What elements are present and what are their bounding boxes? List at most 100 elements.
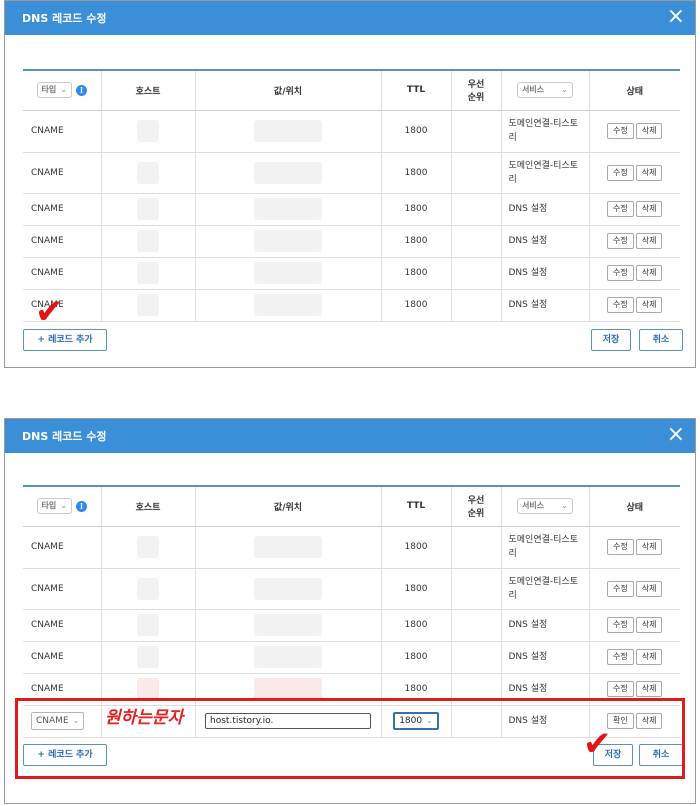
edit-button[interactable]: 수정 bbox=[607, 617, 634, 633]
host-cell bbox=[100, 609, 195, 642]
redacted-host bbox=[137, 294, 159, 316]
status-cell: 수정 삭제 bbox=[588, 193, 680, 226]
service-filter-select[interactable]: 서비스 ⌄ bbox=[517, 82, 573, 99]
ttl-cell: 1800 bbox=[380, 225, 451, 258]
ttl-cell: 1800 bbox=[380, 110, 451, 153]
delete-button[interactable]: 삭제 bbox=[635, 201, 663, 217]
ttl-column-header: TTL bbox=[380, 485, 451, 527]
edit-button[interactable]: 수정 bbox=[607, 201, 634, 217]
edit-button[interactable]: 수정 bbox=[607, 233, 634, 249]
priority-header-line2: 순위 bbox=[467, 509, 485, 520]
ttl-cell: 1800 bbox=[380, 289, 451, 322]
dialog-title: DNS 레코드 수정 bbox=[22, 430, 107, 443]
close-icon[interactable]: × bbox=[667, 421, 685, 449]
value-cell bbox=[194, 257, 381, 290]
dialog-title: DNS 레코드 수정 bbox=[22, 12, 107, 25]
value-column-header: 값/위치 bbox=[194, 69, 381, 111]
redacted-value bbox=[254, 614, 322, 636]
table-row: CNAME 1800 DNS 설정 수정 삭제 bbox=[23, 641, 680, 674]
host-cell bbox=[100, 289, 195, 322]
redacted-host bbox=[137, 678, 159, 700]
ttl-column-header: TTL bbox=[380, 69, 451, 111]
service-cell: DNS 설정 bbox=[500, 641, 589, 674]
edit-button[interactable]: 수정 bbox=[607, 539, 634, 555]
type-cell: CNAME bbox=[23, 526, 101, 569]
ttl-cell: 1800 bbox=[380, 609, 451, 642]
screenshot-canvas: DNS 레코드 수정 × 타입 ⌄ i 호스트 값/위치 TTL 우선 순위 서비 bbox=[0, 0, 700, 806]
delete-button[interactable]: 삭제 bbox=[635, 164, 663, 181]
value-cell bbox=[194, 225, 381, 258]
status-cell: 수정 삭제 bbox=[588, 225, 680, 258]
table-row: CNAME 1800 DNS 설정 수정 삭제 bbox=[23, 289, 680, 322]
add-record-button[interactable]: + 레코드 추가 bbox=[23, 329, 107, 351]
edit-button[interactable]: 수정 bbox=[607, 164, 634, 181]
info-icon[interactable]: i bbox=[75, 84, 87, 96]
edit-button[interactable]: 수정 bbox=[607, 265, 634, 281]
edit-button[interactable]: 수정 bbox=[607, 580, 634, 597]
redacted-host bbox=[137, 120, 159, 142]
delete-button[interactable]: 삭제 bbox=[635, 539, 663, 555]
service-cell: 도메인연결-티스토리 bbox=[500, 152, 589, 194]
type-filter-select[interactable]: 타입 ⌄ bbox=[36, 82, 72, 99]
status-cell: 수정 삭제 bbox=[588, 609, 680, 642]
edit-button[interactable]: 수정 bbox=[607, 681, 634, 697]
redacted-value bbox=[254, 536, 322, 558]
delete-button[interactable]: 삭제 bbox=[635, 265, 663, 281]
chevron-down-icon: ⌄ bbox=[60, 501, 67, 511]
ttl-cell: 1800 bbox=[380, 257, 451, 290]
dialog-titlebar: DNS 레코드 수정 × bbox=[5, 419, 695, 453]
delete-button[interactable]: 삭제 bbox=[635, 297, 663, 313]
delete-button[interactable]: 삭제 bbox=[635, 123, 663, 139]
value-column-header: 값/위치 bbox=[194, 485, 381, 527]
status-cell: 수정 삭제 bbox=[588, 110, 680, 153]
edit-button[interactable]: 수정 bbox=[607, 123, 634, 139]
info-icon[interactable]: i bbox=[75, 500, 87, 512]
redacted-host bbox=[137, 577, 159, 600]
priority-column-header: 우선순위 bbox=[450, 485, 501, 527]
redacted-value bbox=[254, 262, 322, 284]
priority-cell bbox=[450, 110, 501, 153]
edit-button[interactable]: 수정 bbox=[607, 649, 634, 665]
delete-button[interactable]: 삭제 bbox=[635, 580, 663, 597]
redacted-host bbox=[137, 646, 159, 668]
annotation-text: 원하는문자 bbox=[105, 708, 184, 728]
value-cell bbox=[194, 526, 381, 569]
type-filter-label: 타입 bbox=[41, 501, 57, 511]
red-checkmark-annotation: ✔ bbox=[583, 724, 612, 764]
edit-button[interactable]: 수정 bbox=[607, 297, 634, 313]
service-filter-select[interactable]: 서비스 ⌄ bbox=[517, 498, 573, 515]
type-column-header: 타입 ⌄ i bbox=[23, 69, 101, 111]
type-cell: CNAME bbox=[23, 609, 101, 642]
chevron-down-icon: ⌄ bbox=[561, 85, 568, 95]
type-cell: CNAME bbox=[23, 225, 101, 258]
redacted-value bbox=[254, 198, 322, 220]
service-filter-label: 서비스 bbox=[522, 85, 545, 95]
type-filter-select[interactable]: 타입 ⌄ bbox=[36, 498, 72, 515]
redacted-host bbox=[137, 230, 159, 252]
table-header-row: 타입 ⌄ i 호스트 값/위치 TTL 우선 순위 서비스 ⌄ 상태 bbox=[23, 485, 680, 527]
priority-header-line1: 우선 bbox=[467, 496, 485, 507]
cancel-button[interactable]: 취소 bbox=[639, 329, 683, 351]
service-column-header: 서비스 ⌄ bbox=[500, 485, 589, 527]
service-cell: DNS 설정 bbox=[500, 289, 589, 322]
type-cell: CNAME bbox=[23, 152, 101, 194]
close-icon[interactable]: × bbox=[667, 3, 685, 31]
type-cell: CNAME bbox=[23, 568, 101, 610]
service-cell: DNS 설정 bbox=[500, 257, 589, 290]
save-button[interactable]: 저장 bbox=[591, 329, 631, 351]
delete-button[interactable]: 삭제 bbox=[635, 649, 663, 665]
type-cell: CNAME bbox=[23, 641, 101, 674]
redacted-value bbox=[254, 678, 322, 700]
priority-cell bbox=[450, 289, 501, 322]
delete-button[interactable]: 삭제 bbox=[635, 681, 663, 697]
dns-record-table: 타입⌄i 호스트 값/위치 TTL 우선순위 서비스⌄ 상태 CNAME bbox=[23, 69, 680, 322]
chevron-down-icon: ⌄ bbox=[60, 85, 67, 95]
host-cell bbox=[100, 110, 195, 153]
table-row: CNAME 1800 도메인연결-티스토리 수정 삭제 bbox=[23, 526, 680, 569]
ttl-cell: 1800 bbox=[380, 568, 451, 610]
delete-button[interactable]: 삭제 bbox=[635, 233, 663, 249]
redacted-host bbox=[137, 262, 159, 284]
priority-header-line1: 우선 bbox=[467, 80, 485, 91]
priority-cell bbox=[450, 526, 501, 569]
delete-button[interactable]: 삭제 bbox=[635, 617, 663, 633]
